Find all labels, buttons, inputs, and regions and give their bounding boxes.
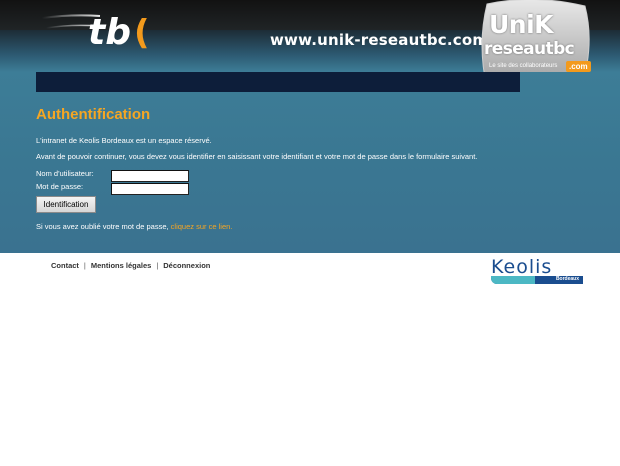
footer-separator: | — [156, 261, 159, 270]
unik-badge-title: UniK — [489, 10, 554, 39]
instructions-text: Avant de pouvoir continuer, vous devez v… — [36, 152, 478, 161]
keolis-band-accent — [491, 276, 535, 284]
login-panel: Authentification L'intranet de Keolis Bo… — [0, 72, 620, 253]
site-url-text: www.unik-reseautbc.com — [270, 31, 489, 49]
navigation-bar — [36, 72, 520, 92]
keolis-brand-sub: Bordeaux — [555, 276, 579, 282]
intro-text: L'intranet de Keolis Bordeaux est un esp… — [36, 136, 212, 145]
password-input[interactable] — [111, 183, 189, 195]
forgot-password-text: Si vous avez oublié votre mot de passe, — [36, 222, 169, 231]
svg-text:tb: tb — [88, 12, 131, 53]
footer-link-deconnexion[interactable]: Déconnexion — [163, 261, 210, 270]
footer-separator: | — [83, 261, 86, 270]
username-input[interactable] — [111, 170, 189, 182]
tbc-logo[interactable]: tb ( — [42, 4, 152, 66]
svg-text:(: ( — [134, 13, 150, 53]
identification-button[interactable]: Identification — [36, 196, 96, 213]
footer-link-contact[interactable]: Contact — [51, 261, 79, 270]
page-title: Authentification — [36, 106, 151, 123]
unik-badge-subtitle: reseautbc — [484, 39, 575, 59]
username-label: Nom d'utilisateur: — [36, 169, 94, 178]
keolis-logo[interactable]: Keolis Bordeaux — [491, 256, 583, 286]
forgot-password-link[interactable]: cliquez sur ce lien. — [171, 222, 233, 231]
unik-badge-tagline: Le site des collaborateurs — [489, 63, 558, 69]
keolis-brand-name: Keolis — [491, 256, 553, 278]
password-label: Mot de passe: — [36, 182, 84, 191]
footer: Contact | Mentions légales | Déconnexion Keo… — [0, 253, 620, 293]
forgot-password-line: Si vous avez oublié votre mot de passe, … — [36, 222, 232, 231]
footer-links: Contact | Mentions légales | Déconnexion — [51, 261, 210, 270]
footer-link-mentions-legales[interactable]: Mentions légales — [91, 261, 151, 270]
unik-badge-com: .com — [566, 61, 591, 72]
